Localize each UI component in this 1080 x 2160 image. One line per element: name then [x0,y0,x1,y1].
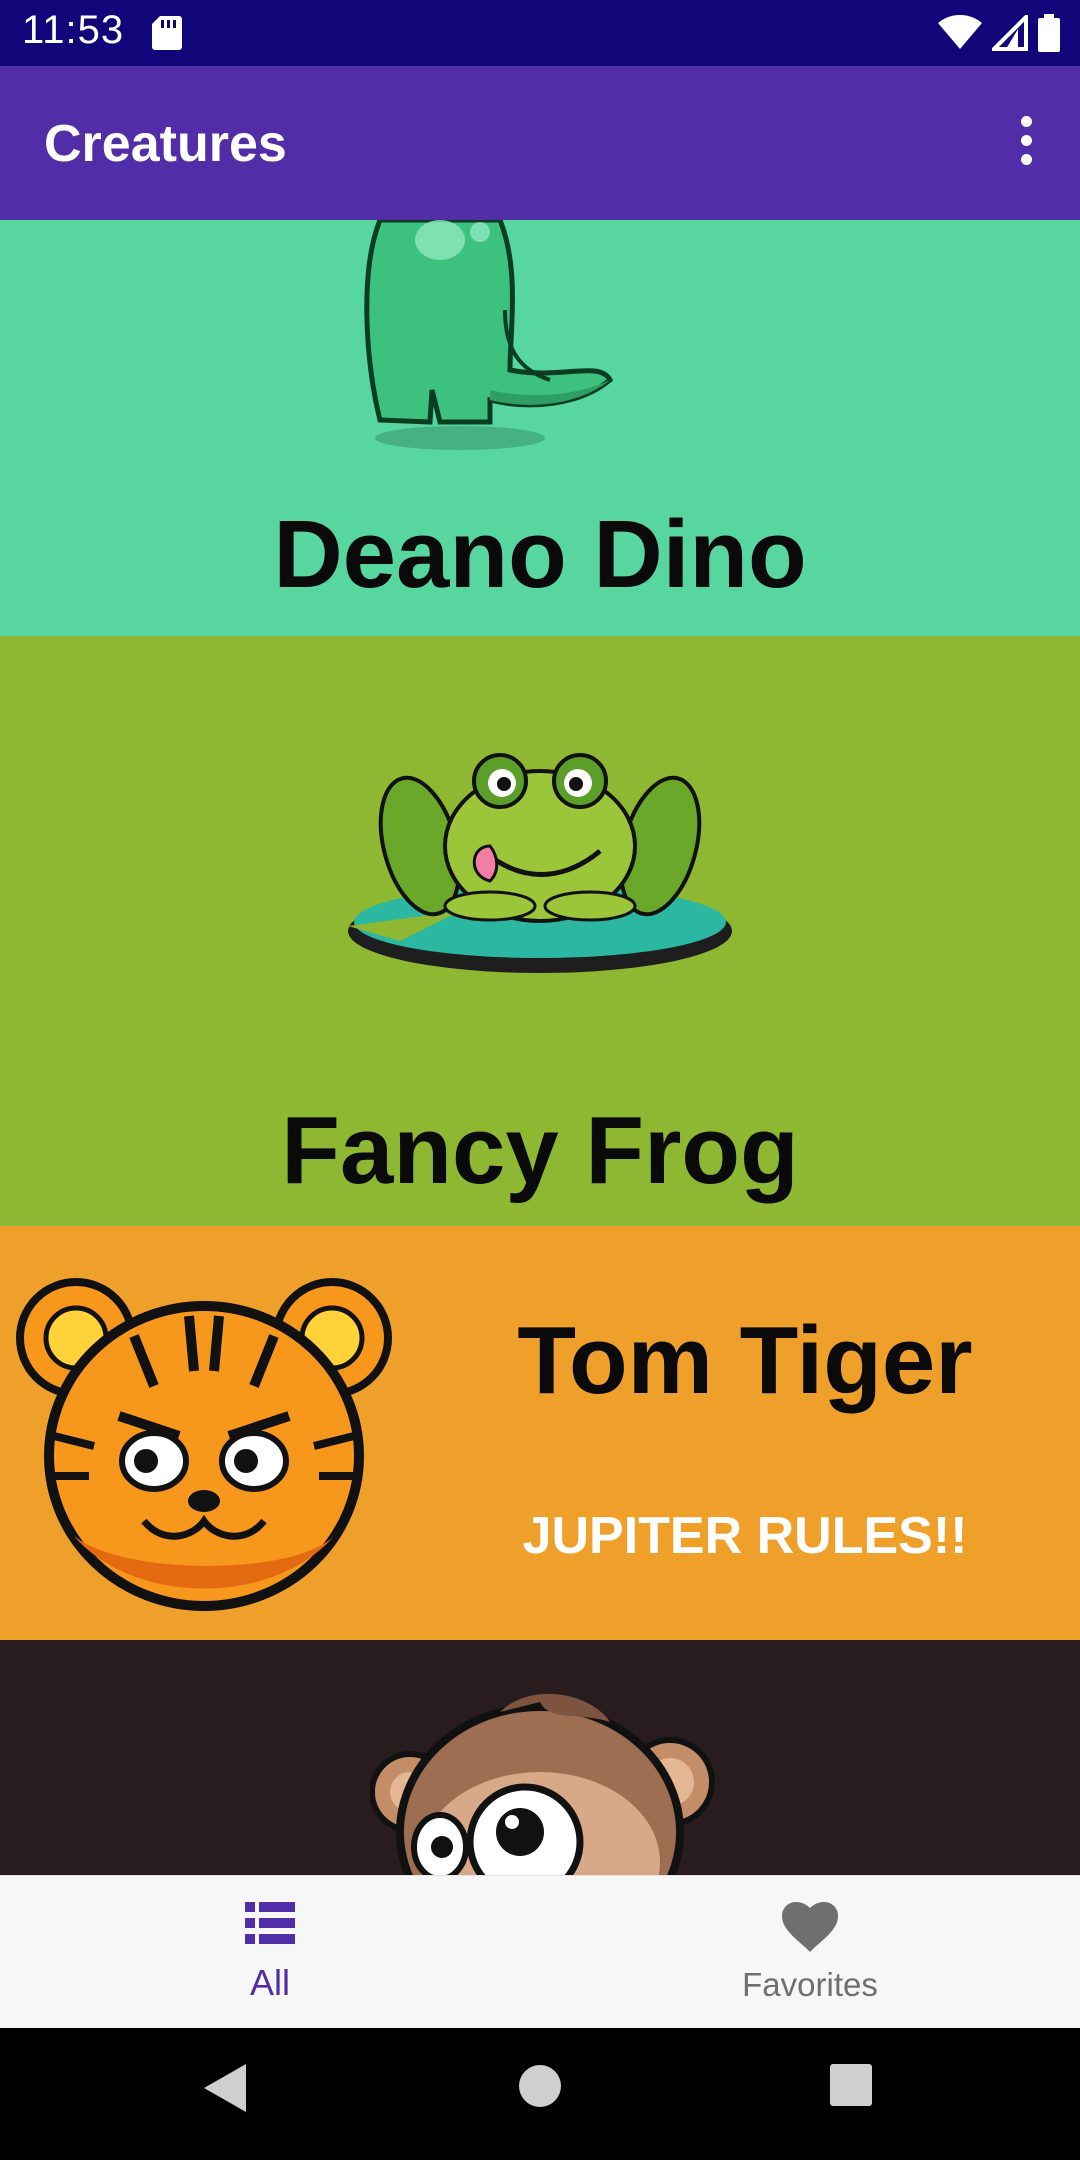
list-icon [245,1902,295,1944]
nav-label-all: All [249,1962,290,2003]
sd-card-icon [152,16,182,50]
frog-image [348,753,732,973]
creature-card-frog[interactable]: Fancy Frog [0,636,1080,1226]
bottom-navigation: All Favorites [0,1875,1080,2029]
system-navigation [0,2028,1080,2160]
monkey-image [370,1693,715,1875]
battery-icon [1038,14,1060,52]
creature-card-monkey[interactable] [0,1640,1080,1875]
back-icon[interactable] [204,2064,246,2112]
creature-card-tiger[interactable]: Tom Tiger JUPITER RULES!! [0,1226,1080,1640]
home-icon[interactable] [518,2064,562,2108]
creature-name: Tom Tiger [517,1307,973,1414]
signal-icon [992,15,1028,51]
wifi-icon [938,15,982,49]
status-time: 11:53 [22,8,125,52]
recents-icon[interactable] [830,2064,872,2106]
app-title: Creatures [44,115,287,173]
heart-icon [782,1902,838,1952]
tiger-image [16,1278,392,1611]
creature-quote: JUPITER RULES!! [522,1507,968,1565]
nav-item-all[interactable]: All [0,1876,540,2029]
screen: 11:53 Creatures Deano Dino Fancy Frog To… [0,0,1080,2160]
status-bar: 11:53 [0,0,1080,66]
creature-name: Fancy Frog [281,1097,799,1204]
creature-list[interactable]: Deano Dino Fancy Frog Tom Tiger JUPITER … [0,220,1080,1875]
creature-name: Deano Dino [273,501,807,608]
status-icons [938,14,1060,52]
nav-label-favorites: Favorites [742,1966,878,2003]
dino-image [364,220,614,450]
nav-item-favorites[interactable]: Favorites [540,1876,1080,2029]
more-vert-icon[interactable] [1008,116,1044,172]
creature-card-dino[interactable]: Deano Dino [0,220,1080,636]
app-bar: Creatures [0,66,1080,220]
